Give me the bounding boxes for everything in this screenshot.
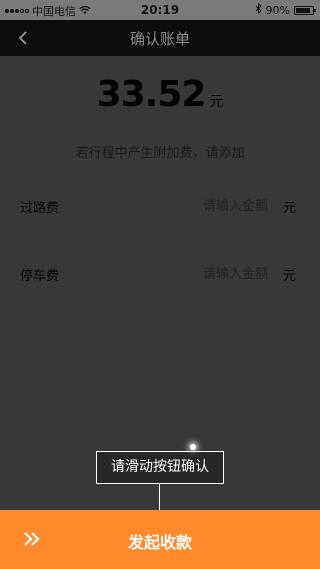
- toll-fee-label: 过路费: [20, 200, 60, 216]
- status-right: 90%: [255, 2, 316, 17]
- toll-fee-row: 过路费 元: [10, 180, 310, 232]
- screen: 中国电信 20:19 90% 确认账单 33.52 元 若行程中产生附加费，请添…: [0, 0, 320, 569]
- toll-fee-unit: 元: [282, 200, 296, 216]
- slide-to-collect-button[interactable]: 发起收款: [0, 510, 320, 569]
- parking-fee-unit: 元: [282, 268, 296, 284]
- parking-fee-label: 停车费: [20, 268, 60, 284]
- collect-button-label: 发起收款: [127, 533, 192, 552]
- battery-icon: [294, 5, 316, 15]
- toll-fee-input[interactable]: [156, 197, 270, 215]
- fare-amount: 33.52 元: [0, 74, 320, 115]
- amount-unit: 元: [209, 94, 224, 110]
- battery-percent: 90%: [265, 3, 290, 17]
- nav-bar: 确认账单: [0, 20, 320, 56]
- amount-value: 33.52: [96, 74, 207, 115]
- bill-content: 33.52元 若行程中产生附加费，请添加 过路费 元 停车费 元: [0, 56, 320, 510]
- parking-fee-input[interactable]: [156, 265, 270, 283]
- slide-guide-tooltip: 请滑动按钮确认: [96, 451, 224, 484]
- bluetooth-icon: [255, 2, 262, 17]
- guide-pointer-line: [159, 484, 160, 511]
- extra-fee-hint: 若行程中产生附加费，请添加: [75, 146, 245, 161]
- guide-dot: [190, 444, 196, 450]
- parking-fee-row: 停车费 元: [10, 248, 310, 300]
- page-title: 确认账单: [129, 30, 190, 48]
- status-bar: 中国电信 20:19 90%: [0, 0, 320, 20]
